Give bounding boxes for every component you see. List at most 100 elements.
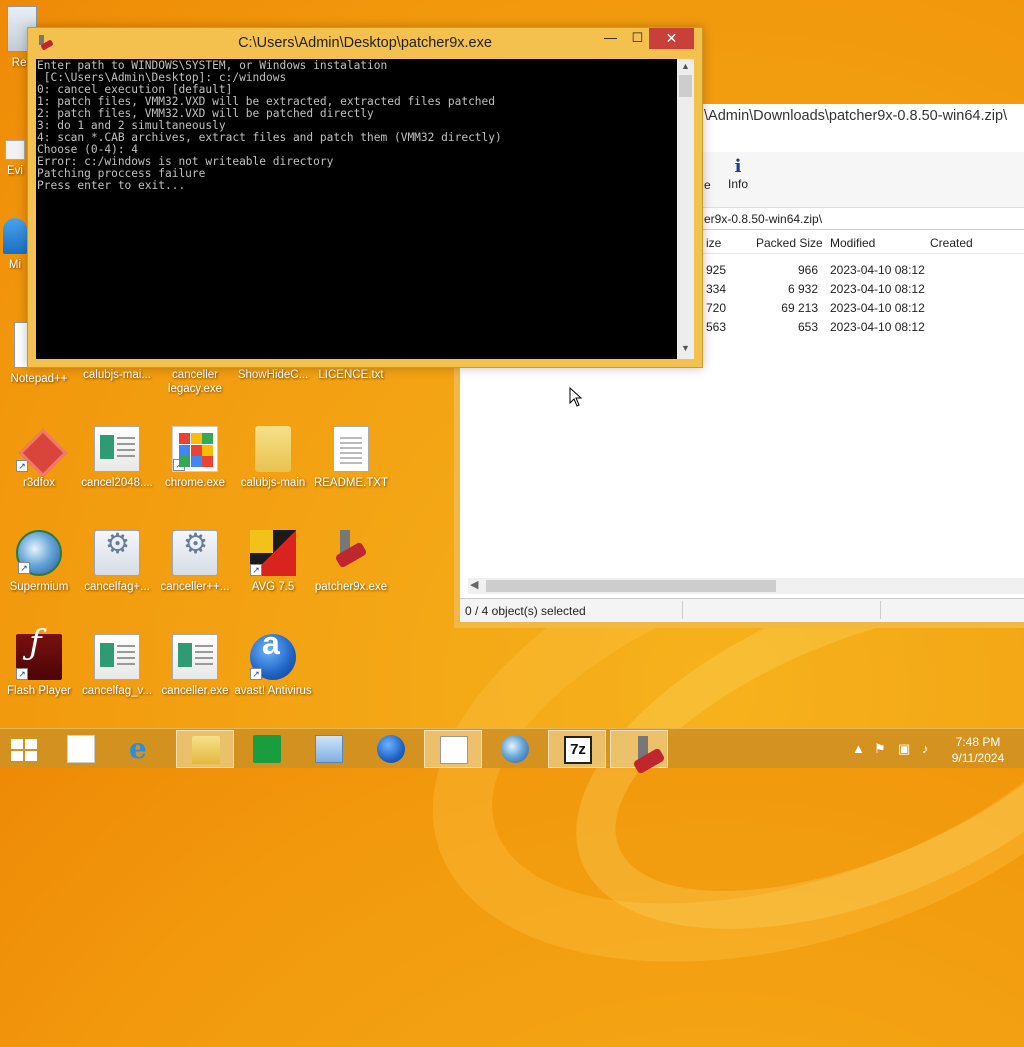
control-panel-icon [315, 735, 343, 763]
chevron-down-icon[interactable]: ▼ [677, 343, 694, 353]
desktop-icon-label: LICENCE.txt [318, 369, 384, 381]
volume-icon[interactable]: ♪ [922, 741, 929, 756]
taskbar-patcher9x[interactable] [610, 730, 668, 768]
desktop-icon-cancelfag-plus[interactable]: cancelfag+... [78, 530, 156, 594]
patcher-icon [328, 530, 374, 576]
desktop-icon-label: ShowHideC... [237, 369, 309, 381]
app-icon [172, 634, 218, 680]
vertical-scrollbar[interactable]: ▲ ▼ [677, 59, 694, 359]
desktop-icon-avg[interactable]: ↗ AVG 7.5 [234, 530, 312, 594]
desktop-icon-chrome[interactable]: ↗ chrome.exe [156, 426, 234, 490]
desktop-icon-supermium[interactable]: ↗ Supermium [0, 530, 78, 594]
column-modified[interactable]: Modified [830, 236, 875, 250]
desktop-icon-label: README.TXT [313, 477, 389, 489]
maximize-button[interactable]: ☐ [624, 28, 651, 49]
avg-icon: ↗ [250, 530, 296, 576]
console-output[interactable]: Enter path to WINDOWS\SYSTEM, or Windows… [36, 59, 677, 359]
scrollbar-thumb[interactable] [679, 75, 692, 97]
desktop-icon-cancelfag-v[interactable]: cancelfag_v... [78, 634, 156, 698]
info-icon: i [734, 156, 742, 177]
desktop-icon-cancel2048[interactable]: cancel2048.... [78, 426, 156, 490]
status-divider [880, 601, 881, 619]
desktop-icon-calubjs-mai[interactable]: calubjs-mai... [78, 368, 156, 382]
clock[interactable]: 7:48 PM 9/11/2024 [948, 734, 1008, 766]
taskbar-supermium[interactable] [486, 730, 544, 768]
supermium-icon [501, 735, 529, 763]
clock-date: 9/11/2024 [951, 751, 1005, 765]
app-icon [94, 634, 140, 680]
chevron-up-icon[interactable]: ▲ [677, 61, 694, 71]
taskbar-store[interactable] [238, 730, 296, 768]
desktop-icon-label: patcher9x.exe [314, 581, 388, 593]
desktop-icon-mi[interactable]: Mi [0, 218, 30, 272]
start-button[interactable] [0, 730, 48, 768]
desktop-icon-canceller[interactable]: canceller.exe [156, 634, 234, 698]
7zip-icon: 7z [564, 736, 592, 764]
desktop-icon-label: calubjs-main [240, 477, 306, 489]
desktop-icon-canceller-legacy[interactable]: canceller legacy.exe [156, 368, 234, 396]
start-icon [11, 739, 37, 761]
status-bar: 0 / 4 object(s) selected [460, 598, 1024, 622]
app-icon [5, 140, 25, 160]
desktop-icon-calubjs-main[interactable]: calubjs-main [234, 426, 312, 490]
supermium-icon: ↗ [16, 530, 62, 576]
desktop-icon-label: Notepad++ [10, 373, 68, 385]
desktop-icon-avast[interactable]: ↗ avast! Antivirus [234, 634, 312, 698]
scroll-left-icon[interactable]: ◀ [470, 578, 478, 591]
window-title: \Admin\Downloads\patcher9x-0.8.50-win64.… [704, 108, 1008, 124]
avast-icon [377, 735, 405, 763]
toolbar-button-partial[interactable]: e [704, 156, 711, 192]
desktop-icon-showhidec[interactable]: ShowHideC... [234, 368, 312, 382]
taskbar-control-panel[interactable] [300, 730, 358, 768]
desktop-icon-label: cancelfag_v... [81, 685, 153, 697]
minimize-button[interactable]: — [597, 28, 624, 49]
avast-icon: ↗ [250, 634, 296, 680]
app-icon [94, 426, 140, 472]
selection-status: 0 / 4 object(s) selected [465, 604, 586, 618]
taskbar-apps[interactable] [52, 730, 110, 768]
desktop-icon-licence[interactable]: LICENCE.txt [312, 368, 390, 382]
text-file-icon [333, 426, 369, 472]
file-explorer-icon [192, 736, 220, 764]
desktop-icon-evi[interactable]: Evi [0, 140, 30, 178]
network-icon[interactable]: ▣ [898, 741, 910, 757]
status-divider [682, 601, 683, 619]
taskbar-file-explorer[interactable] [176, 730, 234, 768]
console-window[interactable]: C:\Users\Admin\Desktop\patcher9x.exe — ☐… [27, 27, 703, 368]
chevron-up-icon[interactable]: ▲ [852, 741, 865, 756]
taskbar: e 7z ▲ ⚑ ▣ ♪ 7:48 PM 9/11/2024 [0, 728, 1024, 768]
apps-icon [67, 735, 95, 763]
desktop-icon-flash-player[interactable]: ↗ Flash Player [0, 634, 78, 698]
desktop-icon-label: canceller++... [160, 581, 230, 593]
flash-icon: ↗ [16, 634, 62, 680]
patcher-icon [626, 736, 654, 764]
r3dfox-icon: ↗ [16, 426, 62, 472]
desktop-icon-patcher9x[interactable]: patcher9x.exe [312, 530, 390, 594]
desktop-icon-label: canceller.exe [161, 685, 229, 697]
desktop-icon-label: calubjs-mai... [83, 369, 151, 381]
taskbar-avast[interactable] [362, 730, 420, 768]
close-button[interactable]: ✕ [649, 28, 694, 49]
desktop-icon-label: Flash Player [7, 685, 71, 697]
gear-app-icon [94, 530, 140, 576]
horizontal-scrollbar[interactable]: ◀ [468, 578, 1024, 594]
desktop-icon-r3dfox[interactable]: ↗ r3dfox [0, 426, 78, 490]
desktop-icon-label: Supermium [9, 581, 69, 593]
desktop-icon-label: Evi [7, 165, 23, 177]
desktop-icon-label: canceller legacy.exe [167, 369, 223, 395]
clock-time: 7:48 PM [955, 735, 1001, 749]
taskbar-task-manager[interactable] [424, 730, 482, 768]
task-manager-icon [440, 736, 468, 764]
desktop-icon-label: Mi [8, 259, 22, 271]
internet-explorer-icon: e [129, 732, 147, 765]
action-center-icon[interactable]: ⚑ [874, 741, 886, 757]
scrollbar-thumb[interactable] [486, 580, 776, 592]
column-size[interactable]: ize [706, 236, 721, 250]
column-packed-size[interactable]: Packed Size [756, 236, 823, 250]
desktop-icon-canceller-pp[interactable]: canceller++... [156, 530, 234, 594]
info-button[interactable]: i Info [728, 156, 748, 191]
column-created[interactable]: Created [930, 236, 973, 250]
taskbar-internet-explorer[interactable]: e [114, 730, 172, 768]
taskbar-7zip[interactable]: 7z [548, 730, 606, 768]
desktop-icon-readme[interactable]: README.TXT [312, 426, 390, 490]
